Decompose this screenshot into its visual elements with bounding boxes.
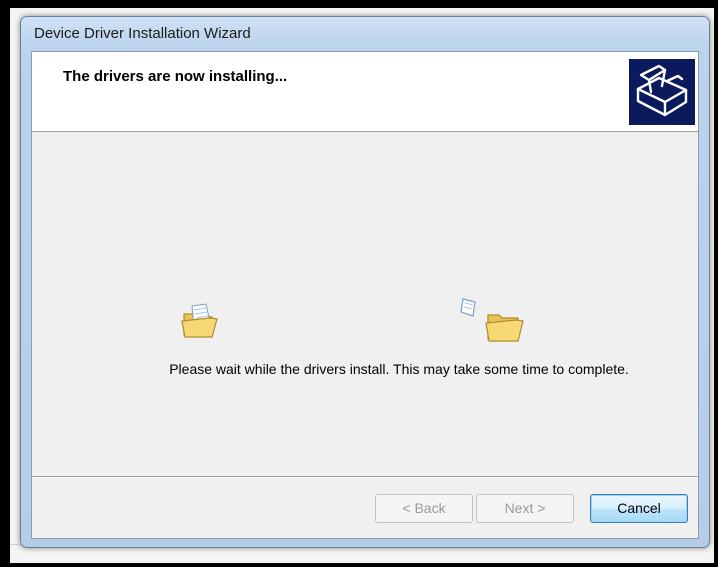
wizard-client-area: The drivers are now installing... Please… [31,51,699,539]
window-title: Device Driver Installation Wizard [34,25,251,42]
wizard-box-icon [629,59,695,125]
next-button[interactable]: Next > [476,494,574,523]
cancel-button[interactable]: Cancel [590,494,688,523]
wizard-window: Device Driver Installation Wizard The dr… [20,16,710,548]
folder-icon [485,307,525,350]
wizard-header: The drivers are now installing... [32,52,698,132]
background-fragment [12,346,20,358]
page-heading: The drivers are now installing... [63,68,288,85]
open-folder-icon [180,302,220,347]
button-area-divider [32,476,698,478]
flying-document-icon [458,296,482,325]
status-message: Please wait while the drivers install. T… [169,361,629,377]
back-button[interactable]: < Back [375,494,473,523]
